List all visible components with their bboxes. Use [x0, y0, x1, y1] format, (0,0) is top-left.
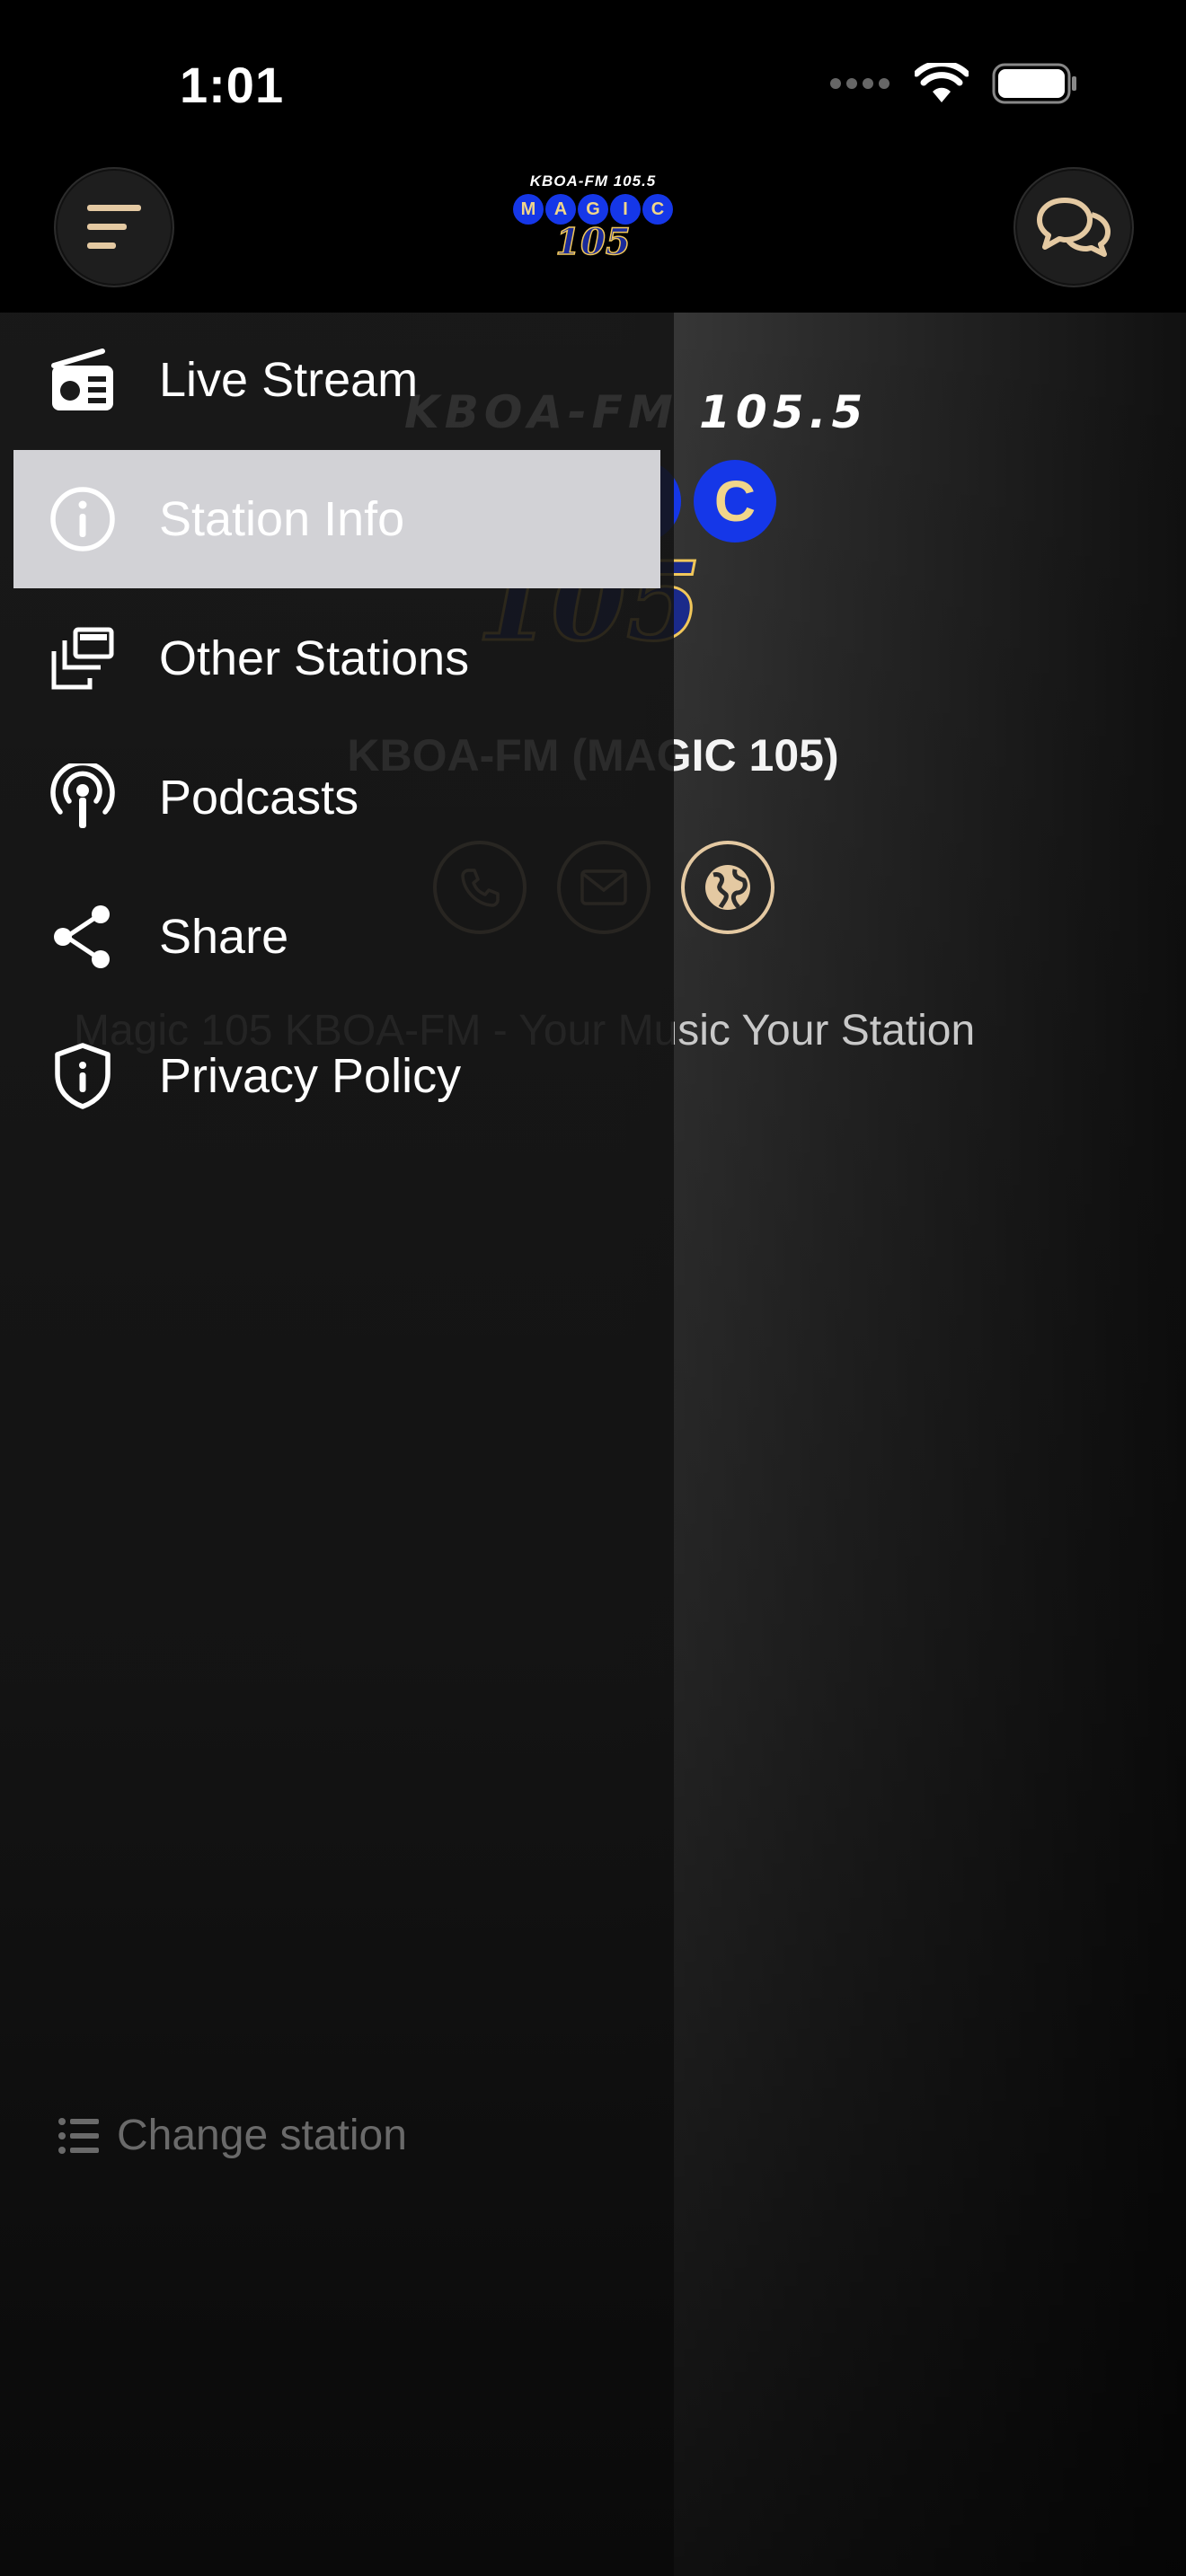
drawer-item-label: Privacy Policy [159, 1049, 462, 1103]
drawer-item-label: Live Stream [159, 353, 419, 407]
share-icon [42, 896, 123, 977]
header-logo-letter: I [610, 194, 641, 225]
status-time: 1:01 [180, 57, 285, 113]
header-logo-letter: A [545, 194, 576, 225]
stations-icon [42, 618, 123, 699]
drawer-item-label: Share [159, 910, 289, 964]
header-logo-letter: C [642, 194, 673, 225]
radio-icon [42, 340, 123, 420]
chat-button[interactable] [1013, 167, 1134, 287]
header-logo-line1: KBOA-FM 105.5 [529, 172, 657, 190]
drawer-item-label: Other Stations [159, 631, 470, 685]
drawer-item-other-stations[interactable]: Other Stations [13, 589, 660, 728]
wifi-icon [915, 63, 969, 102]
drawer-item-podcasts[interactable]: Podcasts [13, 728, 660, 867]
shield-icon [42, 1036, 123, 1116]
change-station-label: Change station [117, 2112, 407, 2159]
battery-icon [992, 63, 1076, 104]
menu-icon [87, 205, 141, 249]
drawer-item-label: Podcasts [159, 771, 359, 825]
header-logo: KBOA-FM 105.5 M A G I C 105 [503, 172, 683, 280]
globe-icon [705, 865, 750, 910]
menu-button[interactable] [54, 167, 174, 287]
header-logo-letter: M [513, 194, 544, 225]
change-station-button[interactable]: Change station [58, 2111, 407, 2160]
drawer-item-privacy-policy[interactable]: Privacy Policy [13, 1007, 660, 1145]
info-icon [42, 479, 123, 560]
station-logo-letter: C [694, 460, 776, 543]
header-logo-letter: G [578, 194, 608, 225]
drawer-item-live-stream[interactable]: Live Stream [13, 311, 660, 449]
drawer-item-label: Station Info [159, 492, 405, 546]
cellular-signal-icon [830, 78, 890, 89]
status-icons [828, 63, 1078, 104]
header-logo-number: 105 [555, 220, 632, 264]
website-button[interactable] [681, 841, 774, 934]
chat-icon [1037, 198, 1111, 257]
podcast-icon [42, 757, 123, 838]
list-icon [58, 2117, 99, 2154]
drawer-item-station-info[interactable]: Station Info [13, 450, 660, 588]
drawer-item-share[interactable]: Share [13, 868, 660, 1006]
